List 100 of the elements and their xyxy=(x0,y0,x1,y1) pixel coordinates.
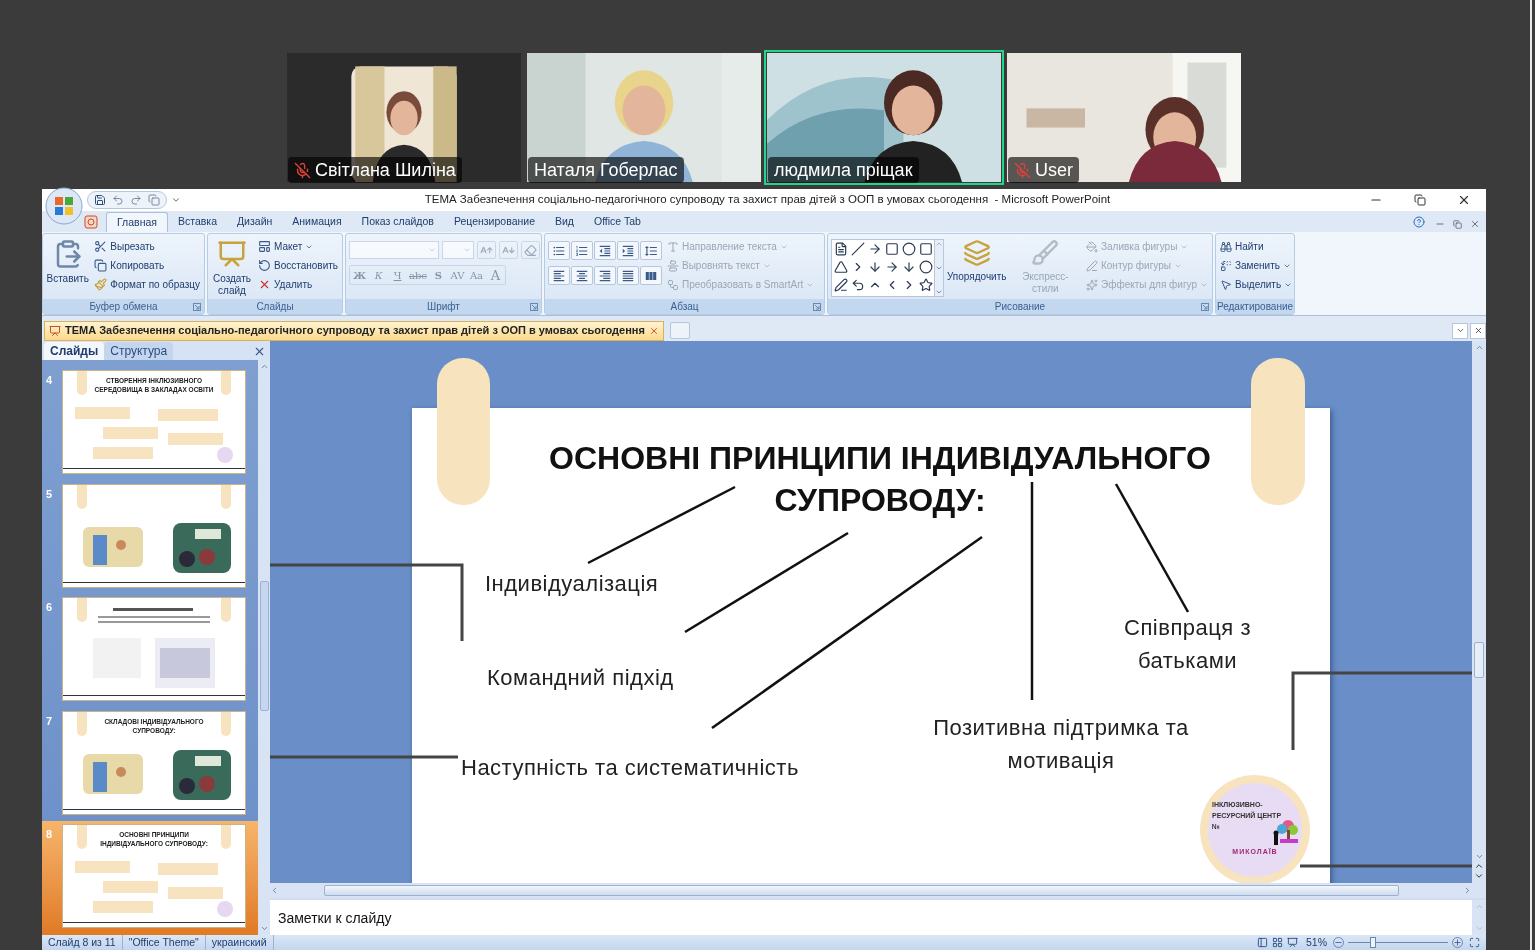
line-spacing-button[interactable] xyxy=(640,241,662,260)
language: украинский xyxy=(205,935,274,950)
increase-indent-icon xyxy=(621,243,635,258)
numbering-button[interactable] xyxy=(571,241,593,260)
align-text-icon xyxy=(667,259,679,272)
dialog-launcher-icon[interactable] xyxy=(1201,302,1209,311)
curve-icon xyxy=(850,278,865,292)
delete-button[interactable]: Удалить xyxy=(257,275,340,294)
slide-counter: Слайд 8 из 11 xyxy=(42,935,123,950)
zoom-slider-thumb[interactable] xyxy=(1370,937,1376,948)
copy-icon xyxy=(148,194,160,206)
align-right-button[interactable] xyxy=(594,266,616,285)
slide-sorter-button[interactable] xyxy=(1270,937,1285,948)
new-slide-button[interactable]: Создать слайд xyxy=(211,237,253,299)
zoom-level: 51% xyxy=(1305,935,1328,950)
justify-button[interactable] xyxy=(617,266,639,285)
zoom-in-icon xyxy=(1452,937,1463,948)
decrease-indent-button[interactable] xyxy=(594,241,616,260)
normal-view-button[interactable] xyxy=(1255,937,1270,948)
scroll-right-icon xyxy=(1463,886,1472,896)
scroll-up-icon xyxy=(934,240,943,248)
dialog-launcher-icon[interactable] xyxy=(193,302,201,311)
format-painter-button[interactable]: Формат по образцу xyxy=(93,275,201,294)
zoom-in-button[interactable] xyxy=(1452,937,1463,948)
ribbon-tab[interactable]: Показ слайдов xyxy=(351,212,444,232)
vertical-scrollbar[interactable] xyxy=(1472,341,1486,884)
ribbon-tab[interactable]: Office Tab xyxy=(583,212,651,232)
increase-indent-button[interactable] xyxy=(617,241,639,260)
line-spacing-icon xyxy=(644,243,658,258)
fit-icon xyxy=(1469,937,1480,948)
arrange-icon xyxy=(962,239,991,267)
close-tab-button[interactable] xyxy=(648,325,659,336)
columns-button[interactable] xyxy=(640,266,662,285)
layout-icon xyxy=(258,240,271,253)
caret-icon xyxy=(171,195,181,205)
scroll-up-icon xyxy=(1474,343,1484,352)
close-document-button[interactable] xyxy=(1470,219,1480,229)
align-center-button[interactable] xyxy=(571,266,593,285)
shapes-gallery[interactable] xyxy=(831,239,944,297)
scrollbar-thumb[interactable] xyxy=(259,581,269,711)
align-right-icon xyxy=(598,268,612,283)
ribbon-tab[interactable]: Вид xyxy=(544,212,584,232)
redo-button[interactable] xyxy=(130,194,142,206)
decorative-tab xyxy=(77,711,87,736)
participant-name: User xyxy=(1035,158,1073,182)
participant-name: Світлана Шиліна xyxy=(315,158,456,182)
ribbon-tab[interactable]: Анимация xyxy=(282,212,352,232)
layout-button[interactable]: Макет xyxy=(257,237,340,256)
reset-icon xyxy=(258,259,271,272)
restore-document-button[interactable] xyxy=(1453,220,1462,229)
copy-button[interactable]: Копировать xyxy=(93,256,201,275)
brush-icon xyxy=(1031,239,1060,267)
find-button[interactable]: Найти xyxy=(1219,237,1294,256)
customize-button[interactable] xyxy=(171,195,181,205)
dialog-launcher-icon[interactable] xyxy=(530,302,538,311)
slideshow-icon xyxy=(1287,937,1298,948)
vertical-scrollbar[interactable] xyxy=(1472,900,1486,935)
pane-tab[interactable]: Слайды xyxy=(44,342,105,360)
more-icon xyxy=(934,288,943,296)
arrange-button[interactable]: Упорядочить xyxy=(947,237,1006,299)
ribbon-tab[interactable]: Рецензирование xyxy=(443,212,545,232)
horizontal-scrollbar[interactable] xyxy=(270,883,1486,899)
pane-tab[interactable]: Структура xyxy=(104,342,174,360)
paint-bucket-icon xyxy=(1086,240,1098,253)
scrollbar-thumb[interactable] xyxy=(1474,642,1484,678)
paste-button[interactable]: Вставить xyxy=(46,237,90,299)
copy-button[interactable] xyxy=(148,194,160,206)
scrollbar-thumb[interactable] xyxy=(324,885,1399,897)
replace-button[interactable]: Заменить xyxy=(1219,256,1294,275)
close-all-button[interactable] xyxy=(1470,322,1486,339)
ribbon-tab[interactable]: Главная xyxy=(106,212,168,232)
decorative-tab xyxy=(77,825,87,850)
align-left-button[interactable] xyxy=(548,266,570,285)
close-pane-button[interactable] xyxy=(253,345,266,358)
group-label: Абзац xyxy=(670,300,699,314)
select-button[interactable]: Выделить xyxy=(1219,275,1294,294)
ribbon-tab[interactable]: Дизайн xyxy=(227,212,283,232)
group-label: Слайды xyxy=(256,300,294,314)
slide-show-button[interactable] xyxy=(1285,937,1300,948)
close-icon xyxy=(253,345,266,358)
bullets-button[interactable] xyxy=(548,241,570,260)
cut-button[interactable]: Вырезать xyxy=(93,237,201,256)
scroll-down-icon xyxy=(934,264,943,272)
save-button[interactable] xyxy=(94,194,106,206)
ribbon-tab[interactable]: Вставка xyxy=(167,212,227,232)
rectangle-icon xyxy=(884,242,899,256)
decorative-tab xyxy=(221,371,231,395)
participant-name: людмила пріщак xyxy=(774,158,913,182)
zoom-slider[interactable] xyxy=(1348,936,1448,949)
text-direction-icon xyxy=(667,240,679,253)
reset-button[interactable]: Восстановить xyxy=(257,256,340,275)
dialog-launcher-icon[interactable] xyxy=(813,302,821,311)
decorative-tab xyxy=(221,598,231,623)
notes-field[interactable]: Заметки к слайду xyxy=(270,900,1472,935)
scissors-icon xyxy=(94,240,108,253)
document-tab[interactable]: ТЕМА Забезпечення соціально-педагогічного супроводу та захист прав дітей з ООП в умовах сьогодення xyxy=(44,320,664,341)
group-label: Рисование xyxy=(994,300,1046,314)
undo-button[interactable] xyxy=(112,194,124,206)
paintbrush-icon xyxy=(94,278,108,291)
replace-icon xyxy=(1220,259,1232,272)
